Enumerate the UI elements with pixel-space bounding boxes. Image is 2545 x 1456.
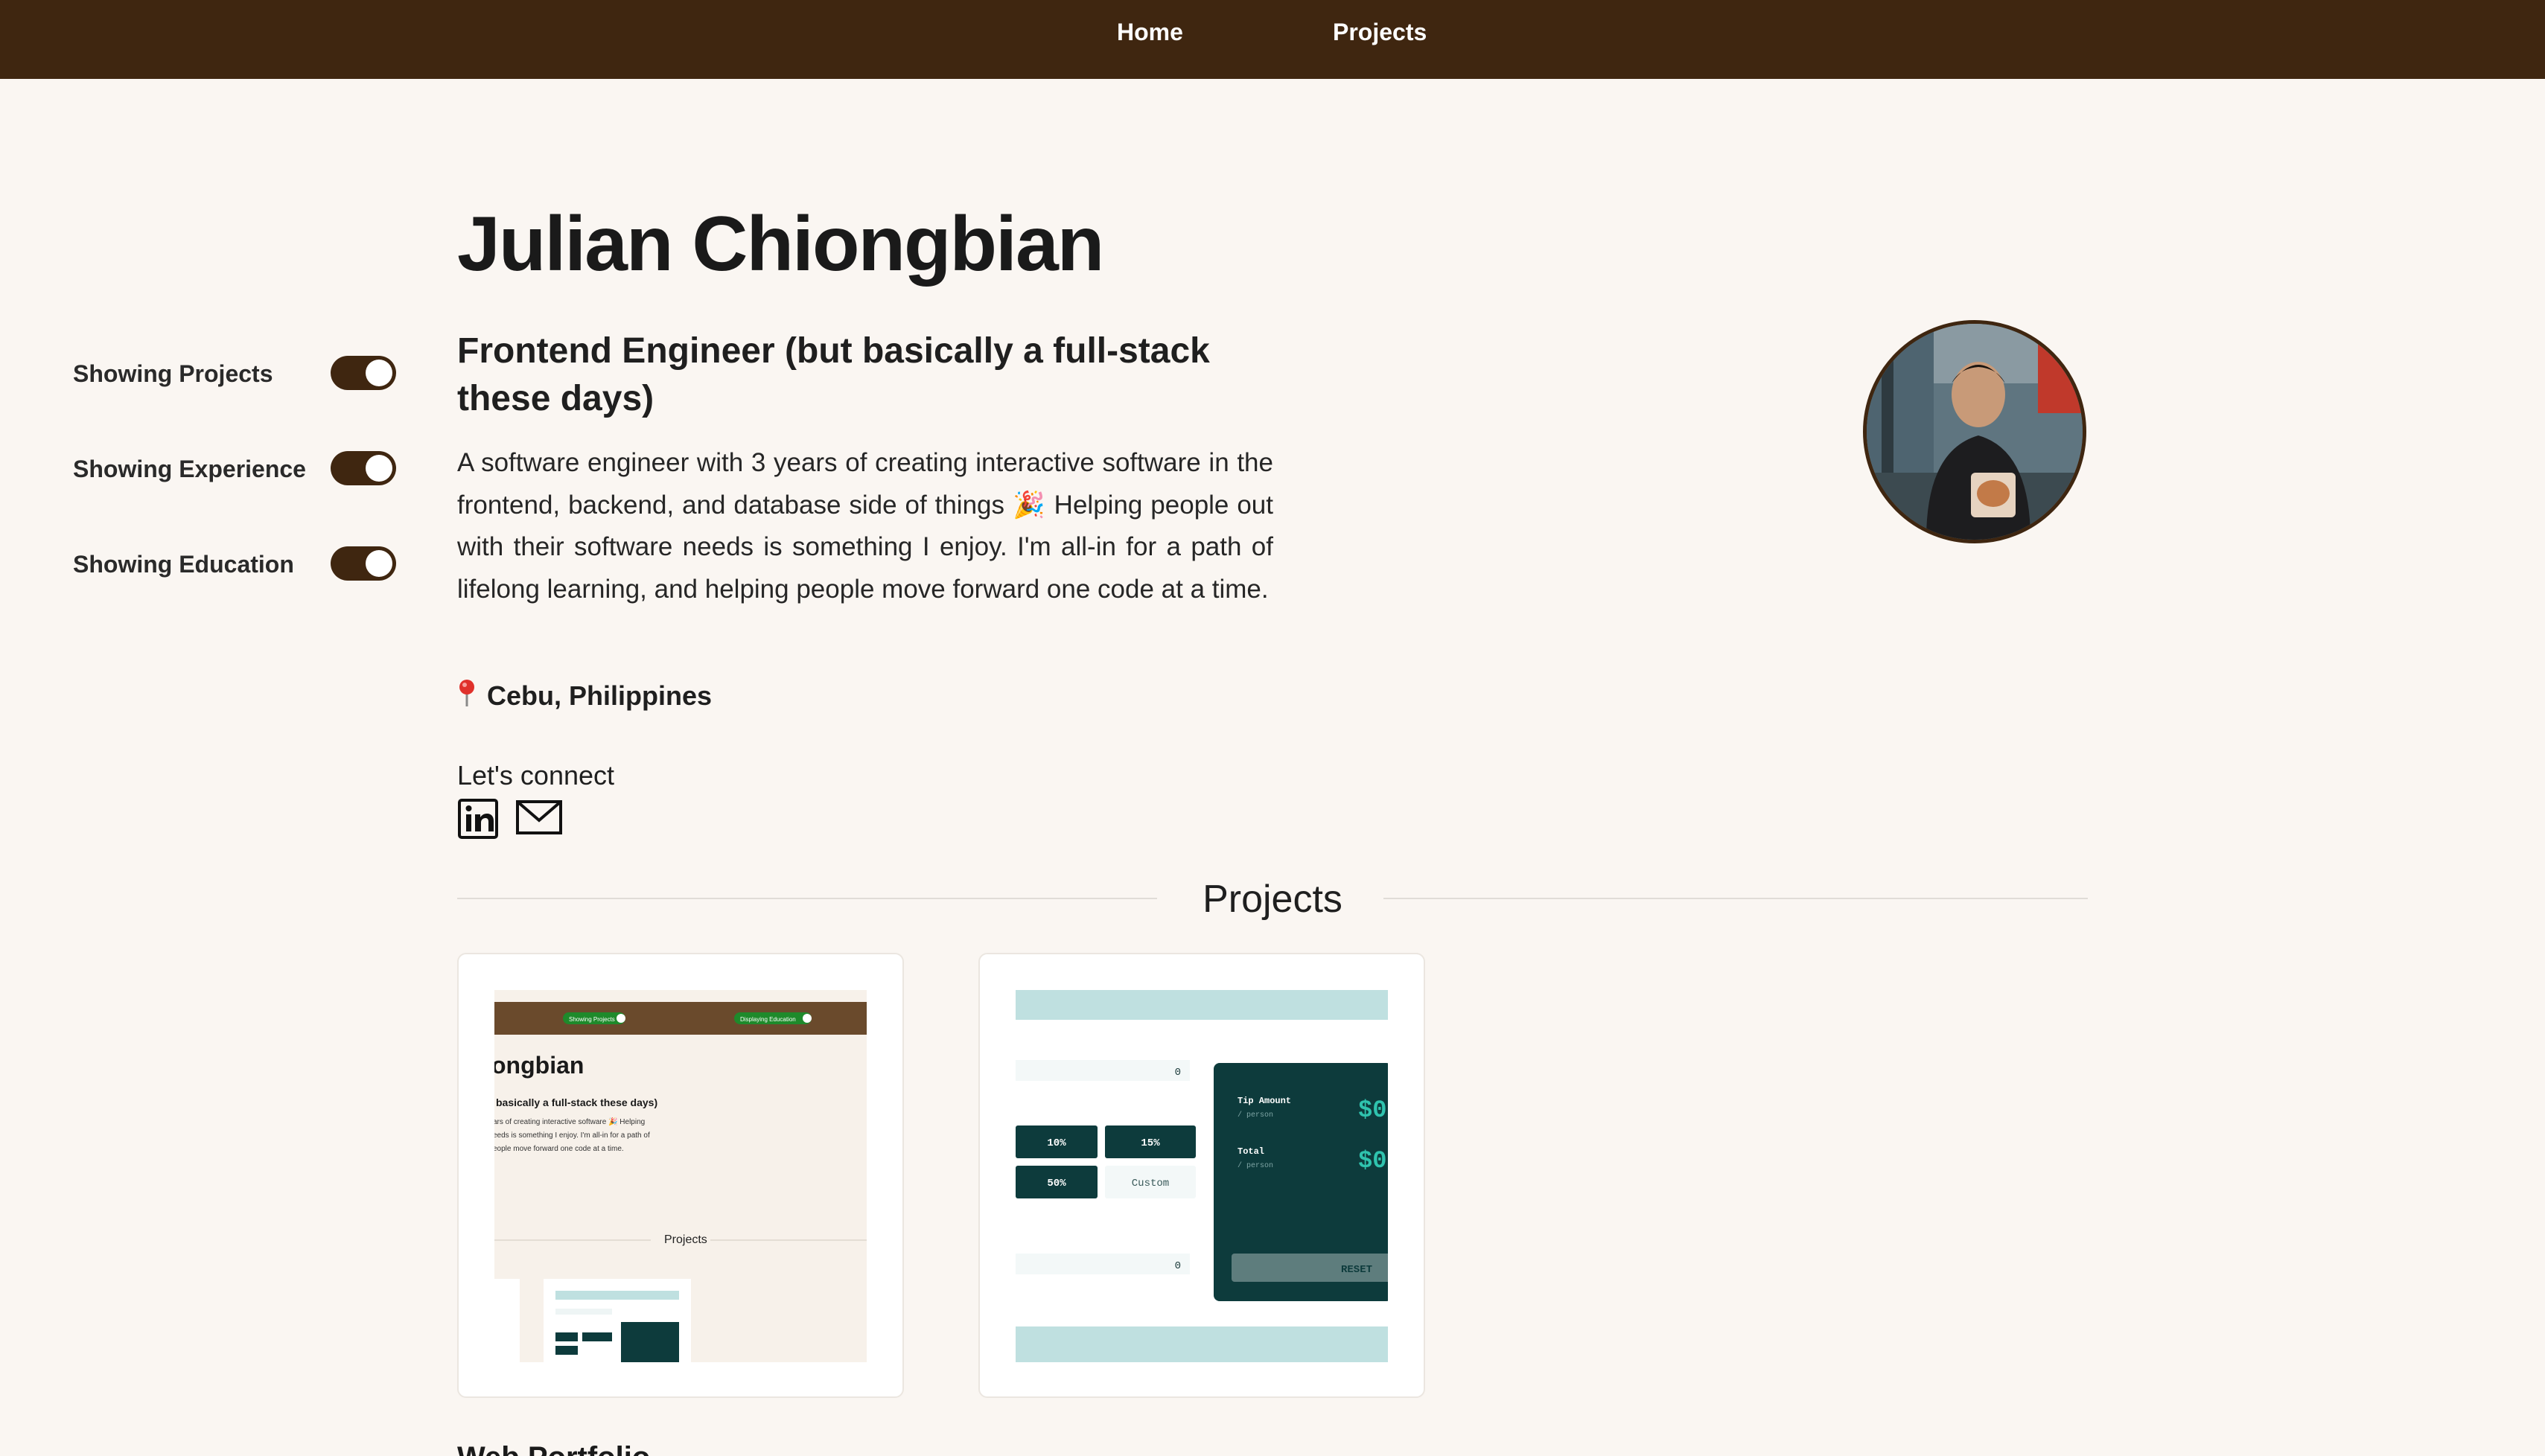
toggle-row-projects: Showing Projects: [73, 350, 401, 445]
divider: [1383, 898, 2088, 899]
thumb-tip-amount: Tip Amount: [1238, 1096, 1291, 1106]
thumb-per-person-2: / person: [1238, 1161, 1273, 1170]
nav-home-link[interactable]: Home: [1117, 15, 1183, 49]
thumb-bill: 0: [1175, 1067, 1181, 1079]
thumb-bio-2: eeds is something I enjoy. I'm all-in fo…: [494, 1131, 650, 1140]
toggle-projects-switch[interactable]: [331, 356, 396, 390]
projects-heading: Projects: [1203, 878, 1342, 921]
switch-knob: [366, 455, 392, 482]
profile-name: Julian Chiongbian: [457, 201, 1104, 287]
thumb-role: basically a full-stack these days): [496, 1096, 657, 1108]
thumb-tip-1: 10%: [1047, 1137, 1066, 1149]
project-card-tip-calculator[interactable]: 0 10% 15% 50% Custom 0 Tip Amount / pers…: [978, 953, 1425, 1398]
thumb-switch-1: Showing Projects: [569, 1016, 615, 1023]
project-thumbnail: Showing Projects Displaying Education on…: [494, 990, 867, 1362]
profile-bio: A software engineer with 3 years of crea…: [457, 448, 1273, 604]
thumb-switch-2: Displaying Education: [740, 1016, 796, 1023]
thumb-people: 0: [1175, 1260, 1181, 1272]
thumb-amount-1: $0: [1358, 1096, 1386, 1124]
thumb-tip-2: 15%: [1141, 1137, 1160, 1149]
location-text: Cebu, Philippines: [487, 680, 713, 711]
thumb-custom: Custom: [1132, 1178, 1169, 1190]
switch-knob: [366, 360, 392, 386]
project-thumbnail: 0 10% 15% 50% Custom 0 Tip Amount / pers…: [1016, 990, 1388, 1362]
toggle-label: Showing Experience: [73, 456, 306, 482]
linkedin-icon[interactable]: [457, 798, 499, 843]
toggle-row-education: Showing Education: [73, 540, 401, 636]
projects-section-heading: Projects: [457, 871, 2088, 927]
project-card-portfolio[interactable]: Showing Projects Displaying Education on…: [457, 953, 904, 1398]
nav-projects-link[interactable]: Projects: [1333, 15, 1427, 49]
toggle-education-switch[interactable]: [331, 546, 396, 581]
thumb-total: Total: [1238, 1146, 1264, 1157]
top-nav: Home Projects: [0, 0, 2545, 79]
profile-avatar: [1863, 320, 2086, 543]
switch-knob: [366, 550, 392, 577]
connect-label: Let's connect: [457, 760, 615, 791]
thumb-per-person-1: / person: [1238, 1111, 1273, 1120]
project-title: Web Portfolio: [457, 1437, 650, 1456]
thumb-section: Projects: [664, 1233, 707, 1246]
profile-location: Cebu, Philippines: [457, 676, 712, 716]
toggle-label: Showing Education: [73, 551, 294, 578]
profile-role: Frontend Engineer (but basically a full-…: [457, 331, 1210, 418]
thumb-bio-3: eople move forward one code at a time.: [494, 1145, 624, 1153]
toggle-row-experience: Showing Experience: [73, 445, 401, 540]
thumb-amount-2: $0: [1358, 1147, 1386, 1175]
thumb-name: ongbian: [494, 1052, 584, 1079]
toggle-label: Showing Projects: [73, 360, 273, 387]
thumb-reset: RESET: [1341, 1264, 1372, 1276]
location-pin-icon: [457, 678, 477, 708]
toggle-experience-switch[interactable]: [331, 451, 396, 485]
mail-icon[interactable]: [515, 798, 563, 840]
thumb-tip-3: 50%: [1047, 1178, 1066, 1190]
thumb-bio-1: ars of creating interactive software 🎉 H…: [494, 1117, 645, 1126]
section-toggles: Showing Projects Showing Experience Show…: [73, 350, 401, 636]
